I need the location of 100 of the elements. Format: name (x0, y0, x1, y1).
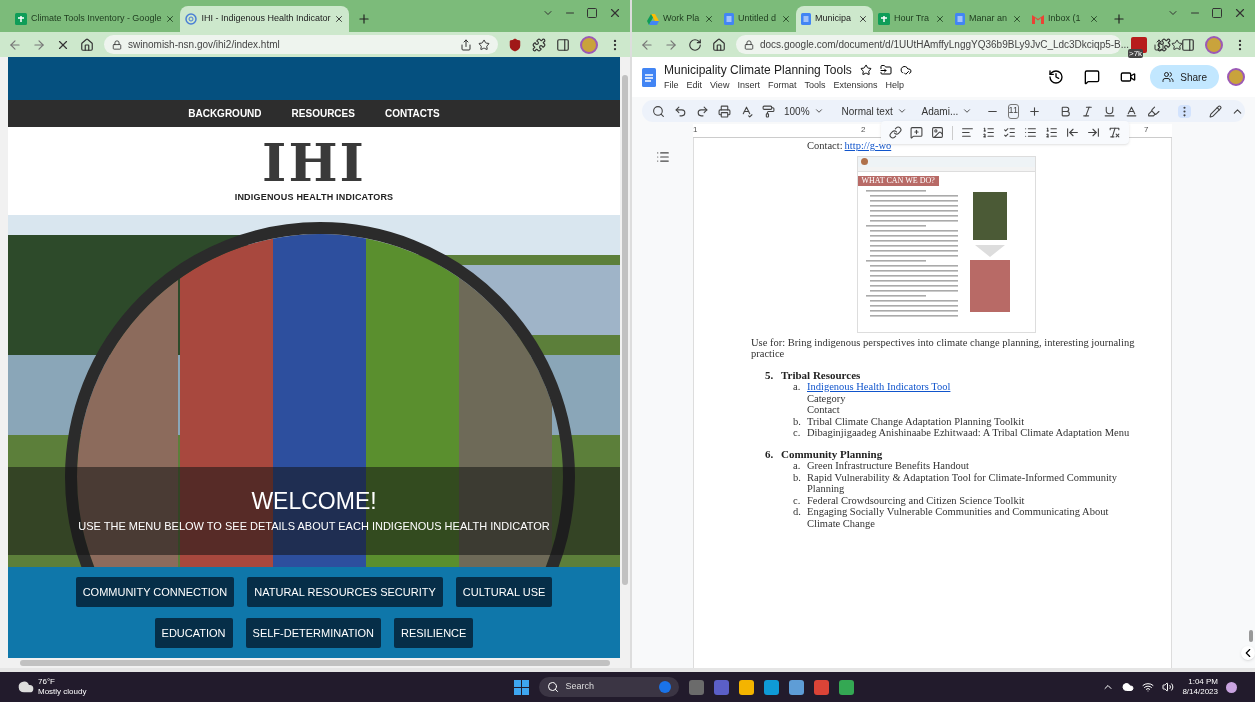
volume-icon[interactable] (1162, 681, 1175, 693)
pencil-icon[interactable] (1208, 104, 1222, 118)
weather-icon[interactable] (18, 679, 34, 695)
menu-item[interactable]: Insert (737, 79, 760, 93)
increase-indent-icon[interactable] (1087, 126, 1100, 139)
indicator-button[interactable]: EDUCATION (154, 618, 233, 648)
search-field[interactable]: Search (539, 677, 680, 697)
zoom-dropdown[interactable]: 100% (784, 103, 824, 119)
add-comment-icon[interactable] (910, 126, 923, 139)
close-icon[interactable] (935, 14, 945, 24)
home-icon[interactable] (80, 37, 94, 52)
nav-link[interactable]: RESOURCES (291, 106, 355, 121)
indicator-button[interactable]: COMMUNITY CONNECTION (75, 577, 235, 607)
paint-roller-icon[interactable] (762, 104, 775, 118)
close-icon[interactable] (704, 14, 714, 24)
avatar-icon[interactable] (1227, 68, 1245, 86)
extensions-icon[interactable] (532, 37, 546, 52)
menu-item[interactable]: Format (767, 79, 797, 93)
new-tab-icon[interactable] (357, 12, 372, 26)
browser-tab[interactable]: Untitled d (719, 6, 796, 32)
contact-link[interactable]: http://g-wo (844, 140, 892, 152)
nav-link[interactable]: CONTACTS (384, 106, 440, 121)
share-icon[interactable] (1153, 38, 1166, 51)
more-icon[interactable] (1177, 104, 1191, 118)
font-size-field[interactable]: 11 (1007, 103, 1019, 119)
forward-icon[interactable] (664, 37, 678, 52)
underline-icon[interactable] (1102, 104, 1116, 118)
maximize-icon[interactable] (586, 7, 598, 19)
text-color-icon[interactable] (1124, 104, 1138, 118)
browser-tab[interactable]: Hour Tra (873, 6, 950, 32)
redo-icon[interactable] (696, 104, 709, 118)
highlighter-icon[interactable] (1146, 104, 1160, 118)
plus-icon[interactable] (1027, 104, 1041, 118)
close-icon[interactable] (1233, 6, 1247, 20)
bookmark-star-icon[interactable] (1171, 38, 1184, 51)
bookmark-star-icon[interactable] (478, 38, 490, 51)
clock-date[interactable]: 8/14/2023 (1182, 687, 1218, 697)
side-panel-toggle-icon[interactable] (1241, 646, 1255, 660)
close-icon[interactable] (334, 14, 345, 24)
list-link[interactable]: Indigenous Health Indicators Tool (807, 381, 951, 393)
document-title[interactable]: Municipality Climate Planning Tools (664, 61, 852, 80)
outline-icon[interactable] (655, 150, 670, 164)
style-dropdown[interactable]: Normal text (841, 103, 904, 119)
indicator-button[interactable]: NATURAL RESOURCES SECURITY (247, 577, 443, 607)
checklist-icon[interactable] (1003, 126, 1016, 139)
clear-formatting-icon[interactable] (1108, 126, 1121, 139)
search-icon[interactable] (652, 104, 665, 118)
wifi-icon[interactable] (1142, 681, 1155, 693)
menu-item[interactable]: Tools (804, 79, 826, 93)
extensions-icon[interactable] (1157, 37, 1171, 52)
indicator-button[interactable]: SELF-DETERMINATION (245, 618, 381, 648)
browser-tab[interactable]: Inbox (1 (1027, 6, 1104, 32)
indicator-button[interactable]: CULTURAL USE (455, 577, 553, 607)
menu-item[interactable]: Edit (686, 79, 703, 93)
forward-icon[interactable] (32, 37, 46, 52)
back-icon[interactable] (640, 37, 654, 52)
browser-tab[interactable]: Work Pla (642, 6, 719, 32)
windows-logo-icon[interactable] (514, 679, 530, 695)
close-icon[interactable] (781, 14, 791, 24)
align-icon[interactable] (961, 126, 974, 139)
extension-icon[interactable] (1131, 36, 1147, 53)
print-icon[interactable] (718, 104, 731, 118)
comment-icon[interactable] (1084, 69, 1101, 85)
history-icon[interactable] (1048, 69, 1065, 85)
avatar-icon[interactable] (1205, 35, 1223, 54)
indicator-button[interactable]: RESILIENCE (394, 618, 474, 648)
reload-icon[interactable] (688, 37, 702, 52)
back-icon[interactable] (8, 37, 22, 52)
browser-tab[interactable]: Municipa (796, 6, 873, 32)
side-panel-icon[interactable] (1181, 37, 1195, 52)
home-icon[interactable] (712, 37, 726, 52)
close-icon[interactable] (608, 6, 622, 20)
link-icon[interactable] (889, 126, 902, 139)
font-dropdown[interactable]: Adami... (921, 103, 968, 119)
menu-item[interactable]: Help (885, 79, 904, 93)
italic-icon[interactable] (1080, 104, 1094, 118)
side-panel-icon[interactable] (556, 37, 570, 52)
image-icon[interactable] (931, 126, 944, 139)
close-icon[interactable] (1012, 14, 1022, 24)
menu-item[interactable]: View (710, 79, 730, 93)
browser-tab[interactable]: Climate Tools Inventory - Google (10, 6, 181, 32)
maximize-icon[interactable] (1211, 7, 1223, 19)
address-field[interactable]: swinomish-nsn.gov/ihi2/index.html (104, 35, 498, 54)
avatar-icon[interactable] (580, 35, 598, 54)
share-icon[interactable] (460, 38, 472, 51)
nav-link[interactable]: BACKGROUND (188, 106, 262, 121)
document-icon[interactable] (642, 67, 656, 87)
clock-time[interactable]: 1:04 PM (1188, 677, 1218, 687)
cloud-icon[interactable] (1122, 681, 1135, 693)
numbered-list-icon[interactable] (1045, 126, 1058, 139)
browser-tab[interactable]: Manar an (950, 6, 1027, 32)
menu-item[interactable]: Extensions (833, 79, 878, 93)
undo-icon[interactable] (674, 104, 687, 118)
shield-icon[interactable] (508, 37, 522, 52)
browser-tab[interactable]: IHI - Indigenous Health Indicator (180, 6, 350, 32)
spellcheck-icon[interactable] (740, 104, 753, 118)
new-tab-icon[interactable] (1112, 12, 1126, 26)
decrease-indent-icon[interactable] (1066, 126, 1079, 139)
close-icon[interactable] (1089, 14, 1099, 24)
cloud-check-icon[interactable] (899, 64, 912, 77)
